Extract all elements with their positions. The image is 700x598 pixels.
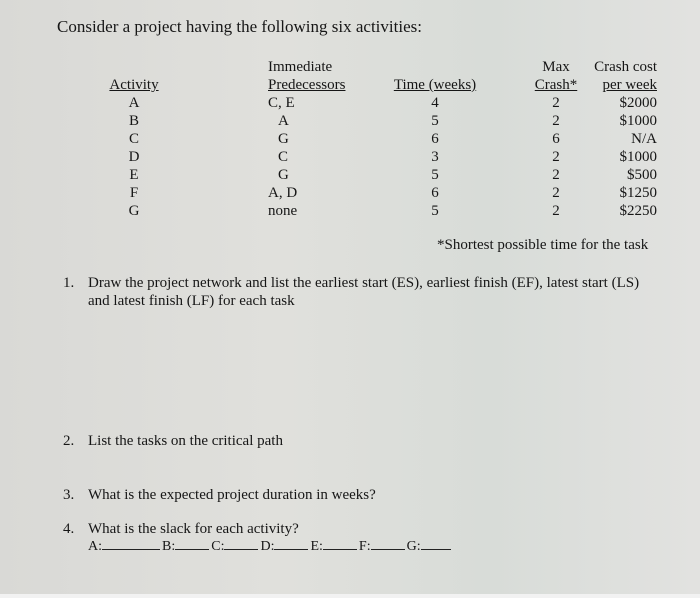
question-number: 4. xyxy=(63,521,75,537)
cell-crash-cost: $1250 xyxy=(619,185,658,201)
intro-text: Consider a project having the following … xyxy=(57,17,422,36)
cell-crash-cost: $2250 xyxy=(619,203,658,219)
cell-activity: B xyxy=(128,113,139,129)
slack-label: G: xyxy=(406,539,421,554)
cell-time: 5 xyxy=(431,167,439,183)
question-text: What is the slack for each activity? xyxy=(88,521,299,537)
column-crash-cost: Crash cost per week $2000 $1000 N/A $1000 $50… xyxy=(585,58,657,220)
slack-answer-row: A: B: C: D: E: F: G: xyxy=(88,537,453,555)
header-max-crash: Crash* xyxy=(534,77,578,93)
cell-crash-cost: $1000 xyxy=(619,113,658,129)
question-number: 3. xyxy=(63,487,75,503)
cell-max-crash: 6 xyxy=(552,131,560,147)
slack-label: A: xyxy=(88,539,102,554)
cell-predecessors: C, E xyxy=(268,95,295,111)
cell-crash-cost: $1000 xyxy=(619,149,658,165)
cell-predecessors: G xyxy=(278,167,289,183)
column-time: Time (weeks) 4 5 6 3 5 6 5 xyxy=(390,58,480,220)
cell-max-crash: 2 xyxy=(552,203,560,219)
cell-predecessors: G xyxy=(278,131,289,147)
slack-field-f: F: xyxy=(359,537,405,555)
cell-crash-cost: $2000 xyxy=(619,95,658,111)
cell-time: 5 xyxy=(431,203,439,219)
header-activity: Activity xyxy=(109,77,159,93)
footnote: *Shortest possible time for the task xyxy=(437,237,649,253)
question-text: Draw the project network and list the ea… xyxy=(88,275,640,291)
cell-predecessors: C xyxy=(278,149,289,165)
cell-activity: G xyxy=(128,203,140,219)
cell-activity: D xyxy=(128,149,140,165)
header-predecessors: Predecessors xyxy=(268,77,346,93)
slack-field-g: G: xyxy=(407,537,451,555)
cell-max-crash: 2 xyxy=(552,113,560,129)
cell-time: 6 xyxy=(431,131,439,147)
slack-label: D: xyxy=(260,539,275,554)
cell-activity: A xyxy=(128,95,140,111)
answer-blank[interactable] xyxy=(102,537,160,550)
cell-activity: C xyxy=(128,131,139,147)
header-time: Time (weeks) xyxy=(393,77,477,93)
cell-activity: F xyxy=(129,185,139,201)
cell-max-crash: 2 xyxy=(552,95,560,111)
cell-crash-cost: $500 xyxy=(627,167,657,183)
cell-time: 6 xyxy=(431,185,439,201)
column-max-crash: Max Crash* 2 2 6 2 2 2 2 xyxy=(530,58,582,220)
photo-bottom-edge xyxy=(0,594,700,598)
answer-blank[interactable] xyxy=(370,537,405,550)
cell-max-crash: 2 xyxy=(552,185,560,201)
cell-crash-cost: N/A xyxy=(631,131,657,147)
header-line: Crash cost xyxy=(594,59,657,75)
column-activity: Activity ABCDEFG xyxy=(104,58,164,220)
cell-time: 4 xyxy=(431,95,439,111)
answer-blank[interactable] xyxy=(175,537,210,550)
cell-predecessors: A xyxy=(278,113,289,129)
cell-max-crash: 2 xyxy=(552,149,560,165)
answer-blank[interactable] xyxy=(224,537,259,550)
slack-label: E: xyxy=(310,539,323,554)
header-crash-cost: per week xyxy=(602,77,657,93)
slack-field-c: C: xyxy=(211,537,259,555)
answer-blank[interactable] xyxy=(420,537,451,550)
answer-blank[interactable] xyxy=(322,537,357,550)
cell-predecessors: none xyxy=(268,203,298,219)
answer-blank[interactable] xyxy=(274,537,309,550)
question-text: and latest finish (LF) for each task xyxy=(88,293,295,309)
question-number: 2. xyxy=(63,433,75,449)
cell-predecessors: A, D xyxy=(268,185,298,201)
column-predecessors: Immediate Predecessors C, E A G C G A, Dnone xyxy=(268,58,358,220)
cell-activity: E xyxy=(129,167,139,183)
slack-field-b: B: xyxy=(162,537,210,555)
slack-label: F: xyxy=(358,539,371,554)
slack-field-a: A: xyxy=(88,537,160,555)
cell-max-crash: 2 xyxy=(552,167,560,183)
header-line: Max xyxy=(542,59,570,75)
question-number: 1. xyxy=(63,275,75,291)
header-line: Immediate xyxy=(268,59,333,75)
slack-label: C: xyxy=(211,539,225,554)
question-text: List the tasks on the critical path xyxy=(88,433,283,449)
cell-time: 5 xyxy=(431,113,439,129)
slack-label: B: xyxy=(162,539,176,554)
cell-time: 3 xyxy=(431,149,439,165)
slack-field-e: E: xyxy=(310,537,357,555)
question-text: What is the expected project duration in… xyxy=(88,487,376,503)
slack-field-d: D: xyxy=(260,537,309,555)
